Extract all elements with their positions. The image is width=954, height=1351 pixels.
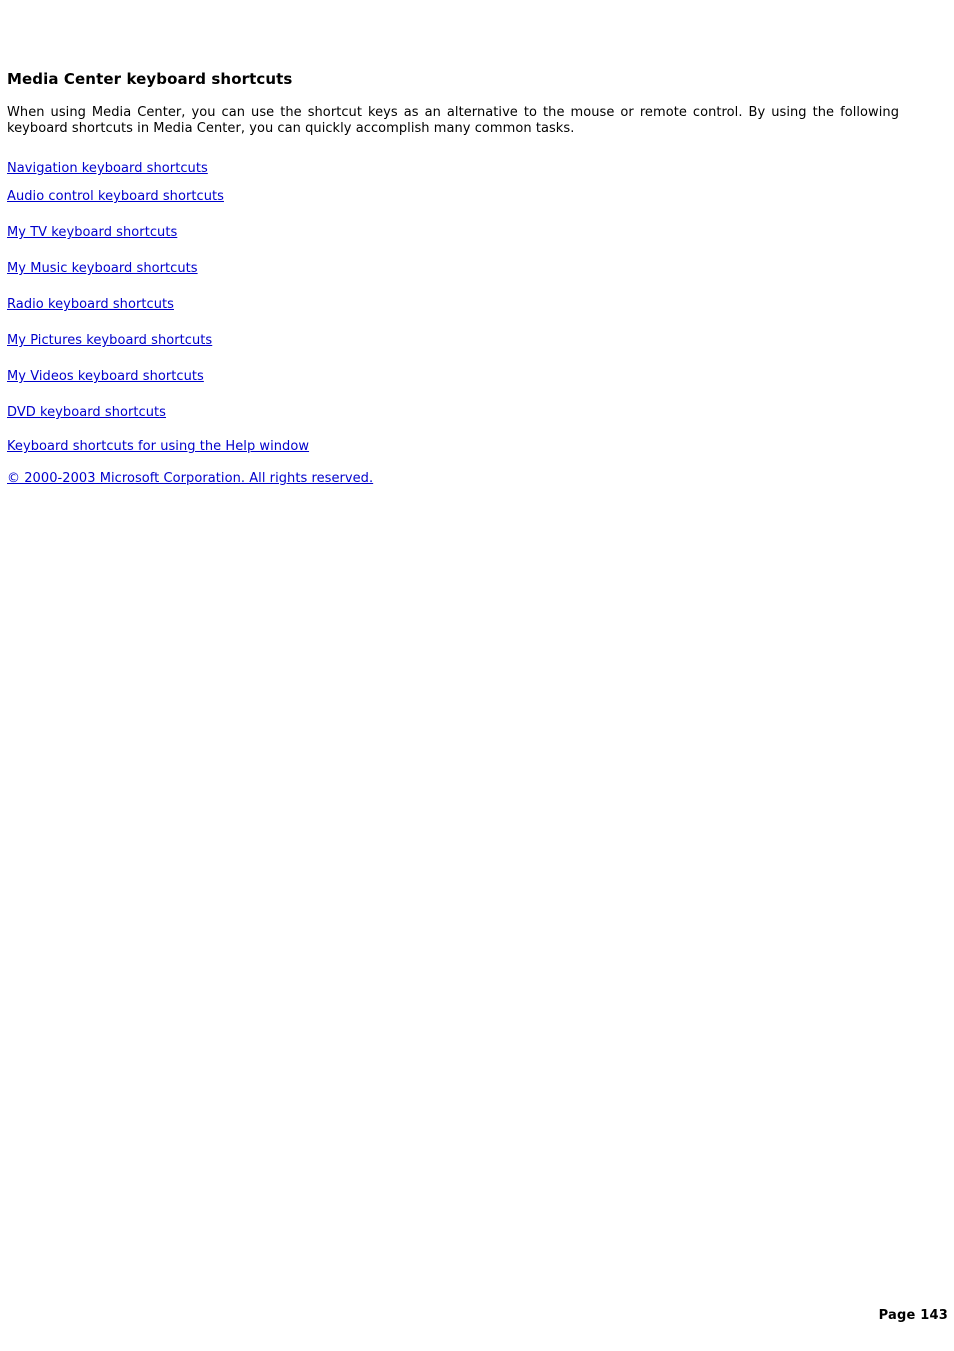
page-number: Page 143 <box>878 1308 948 1323</box>
list-item: © 2000-2003 Microsoft Corporation. All r… <box>7 461 899 493</box>
list-item: My Videos keyboard shortcuts <box>7 357 899 393</box>
list-item: Keyboard shortcuts for using the Help wi… <box>7 429 899 461</box>
document-page: Media Center keyboard shortcuts When usi… <box>0 0 954 1351</box>
link-my-videos-keyboard-shortcuts[interactable]: My Videos keyboard shortcuts <box>7 369 204 384</box>
list-item: My Music keyboard shortcuts <box>7 249 899 285</box>
link-dvd-keyboard-shortcuts[interactable]: DVD keyboard shortcuts <box>7 405 166 420</box>
link-navigation-keyboard-shortcuts[interactable]: Navigation keyboard shortcuts <box>7 161 208 176</box>
list-item: Audio control keyboard shortcuts <box>7 177 899 213</box>
link-copyright-notice[interactable]: © 2000-2003 Microsoft Corporation. All r… <box>7 471 373 486</box>
list-item: My Pictures keyboard shortcuts <box>7 321 899 357</box>
link-audio-control-keyboard-shortcuts[interactable]: Audio control keyboard shortcuts <box>7 189 224 204</box>
intro-paragraph: When using Media Center, you can use the… <box>7 105 899 136</box>
list-item: My TV keyboard shortcuts <box>7 213 899 249</box>
list-item: Navigation keyboard shortcuts <box>7 136 899 177</box>
shortcut-links-list: Navigation keyboard shortcuts Audio cont… <box>7 136 899 493</box>
page-title: Media Center keyboard shortcuts <box>7 70 293 88</box>
link-my-pictures-keyboard-shortcuts[interactable]: My Pictures keyboard shortcuts <box>7 333 212 348</box>
list-item: DVD keyboard shortcuts <box>7 393 899 429</box>
list-item: Radio keyboard shortcuts <box>7 285 899 321</box>
link-my-tv-keyboard-shortcuts[interactable]: My TV keyboard shortcuts <box>7 225 177 240</box>
page-footer: Page 143 <box>0 1308 948 1323</box>
link-radio-keyboard-shortcuts[interactable]: Radio keyboard shortcuts <box>7 297 174 312</box>
document-content: Media Center keyboard shortcuts When usi… <box>7 70 899 493</box>
link-my-music-keyboard-shortcuts[interactable]: My Music keyboard shortcuts <box>7 261 198 276</box>
link-help-window-keyboard-shortcuts[interactable]: Keyboard shortcuts for using the Help wi… <box>7 439 309 454</box>
